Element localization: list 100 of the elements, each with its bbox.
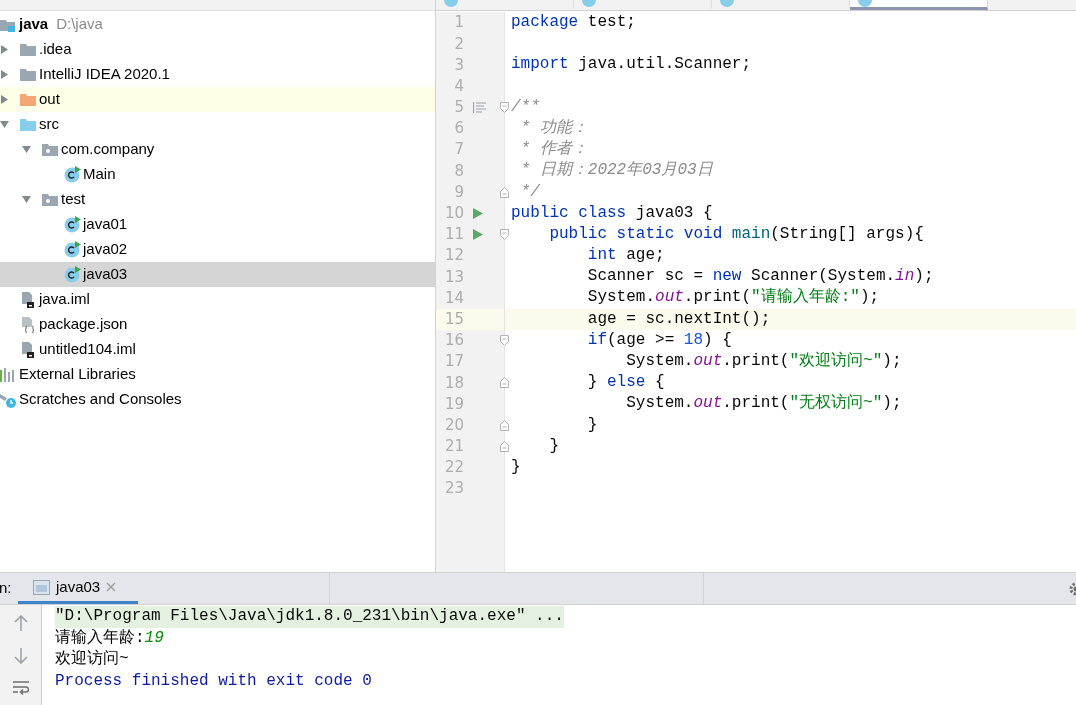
console-icon <box>33 579 50 595</box>
line-number: 14 <box>443 287 464 309</box>
settings-icon[interactable] <box>1068 580 1076 597</box>
console-line: 欢迎访问~ <box>55 649 129 670</box>
line-number: 15 <box>443 308 464 330</box>
tree-item[interactable]: java01 <box>0 212 435 237</box>
editor-tab[interactable] <box>850 0 988 10</box>
code-line: /** <box>511 96 540 118</box>
line-number: 8 <box>453 160 464 182</box>
package-folder-icon <box>42 142 58 157</box>
tree-item[interactable]: java02 <box>0 237 435 262</box>
tree-item[interactable]: .idea <box>0 37 435 62</box>
tree-item[interactable]: java D:\java <box>0 12 435 37</box>
folder-icon <box>20 67 36 82</box>
tree-item[interactable]: untitled104.iml <box>0 337 435 362</box>
tree-item[interactable]: Scratches and Consoles <box>0 387 435 412</box>
line-number: 20 <box>443 414 464 436</box>
folder-icon <box>20 42 36 57</box>
fold-marker-icon[interactable] <box>500 419 509 431</box>
code-line: System.out.print("请输入年龄:"); <box>586 287 880 309</box>
line-number: 3 <box>453 54 464 76</box>
run-icon[interactable] <box>473 228 483 240</box>
code-line: } <box>548 435 559 457</box>
tree-item[interactable]: IntelliJ IDEA 2020.1 <box>0 62 435 87</box>
collapse-arrow-icon[interactable] <box>0 120 9 129</box>
line-number: 1 <box>453 12 464 34</box>
code-line: * 作者： <box>519 139 588 161</box>
class-icon <box>64 241 81 258</box>
expand-arrow-icon[interactable] <box>0 95 9 104</box>
code-line: * 功能： <box>519 117 588 139</box>
tree-item[interactable]: java03 <box>0 262 435 287</box>
line-number: 22 <box>443 457 464 479</box>
line-number: 2 <box>453 33 464 55</box>
code-line: package test; <box>511 12 636 33</box>
line-number: 13 <box>443 266 464 288</box>
fold-marker-icon[interactable] <box>500 334 509 346</box>
code-line: } <box>511 456 521 478</box>
module-path: D:\java <box>56 14 103 35</box>
line-number: 4 <box>453 75 464 97</box>
code-line: } <box>586 414 598 436</box>
line-number: 19 <box>443 393 464 415</box>
folder-icon <box>20 92 36 107</box>
json-file-icon <box>20 316 36 333</box>
class-icon <box>64 166 81 183</box>
fold-marker-icon[interactable] <box>500 186 509 198</box>
line-number: 6 <box>453 118 464 140</box>
run-icon[interactable] <box>473 207 483 219</box>
tree-item[interactable]: out <box>0 87 435 112</box>
code-line: */ <box>519 181 540 203</box>
class-icon <box>64 216 81 233</box>
code-line: System.out.print("欢迎访问~"); <box>625 351 902 372</box>
line-number: 16 <box>443 330 464 352</box>
line-number: 23 <box>443 478 464 500</box>
code-line: int age; <box>586 245 665 267</box>
line-number: 12 <box>443 245 464 267</box>
run-panel-label: n: <box>0 578 13 599</box>
doc-comment-icon[interactable] <box>473 101 486 113</box>
code-line: import java.util.Scanner; <box>511 54 752 76</box>
tree-item[interactable]: src <box>0 112 435 137</box>
class-icon <box>64 266 81 283</box>
collapse-arrow-icon[interactable] <box>22 145 31 154</box>
fold-marker-icon[interactable] <box>500 377 509 389</box>
code-line: Scanner sc = new Scanner(System.in); <box>586 266 934 288</box>
line-number: 7 <box>453 139 464 161</box>
code-line: } else { <box>586 372 665 394</box>
fold-marker-icon[interactable] <box>500 440 509 452</box>
folder-icon <box>20 117 36 132</box>
code-line: age = sc.nextInt(); <box>586 308 771 330</box>
expand-arrow-icon[interactable] <box>0 70 9 79</box>
console-line: 请输入年龄:19 <box>55 627 164 649</box>
close-icon[interactable] <box>106 582 117 592</box>
code-line: if(age >= 18) { <box>586 329 732 351</box>
file-icon <box>20 341 36 358</box>
line-number: 21 <box>443 436 464 458</box>
line-number: 17 <box>443 351 464 373</box>
down-arrow-icon[interactable] <box>13 648 28 664</box>
console-line: Process finished with exit code 0 <box>55 670 372 692</box>
tree-item[interactable]: java.iml <box>0 287 435 312</box>
collapse-arrow-icon[interactable] <box>22 195 31 204</box>
tree-item[interactable]: test <box>0 187 435 212</box>
fold-marker-icon[interactable] <box>500 101 509 113</box>
code-line: public class java03 { <box>511 202 713 224</box>
line-number: 10 <box>443 203 464 225</box>
code-line: System.out.print("无权访问~"); <box>625 393 902 415</box>
tree-item[interactable]: package.json <box>0 312 435 337</box>
fold-marker-icon[interactable] <box>500 228 509 240</box>
code-line: public static void main(String[] args){ <box>548 223 924 245</box>
soft-wrap-icon[interactable] <box>12 681 29 695</box>
line-number: 11 <box>443 224 464 246</box>
line-number: 5 <box>453 97 464 119</box>
line-number: 18 <box>443 372 464 394</box>
package-folder-icon <box>42 192 58 207</box>
code-line: * 日期：2022年03月03日 <box>519 160 713 182</box>
file-icon <box>20 291 36 308</box>
tree-item[interactable]: External Libraries <box>0 362 435 387</box>
expand-arrow-icon[interactable] <box>0 45 9 54</box>
tree-item[interactable]: com.company <box>0 137 435 162</box>
tree-item[interactable]: Main <box>0 162 435 187</box>
up-arrow-icon[interactable] <box>13 615 28 631</box>
line-number: 9 <box>453 181 464 203</box>
